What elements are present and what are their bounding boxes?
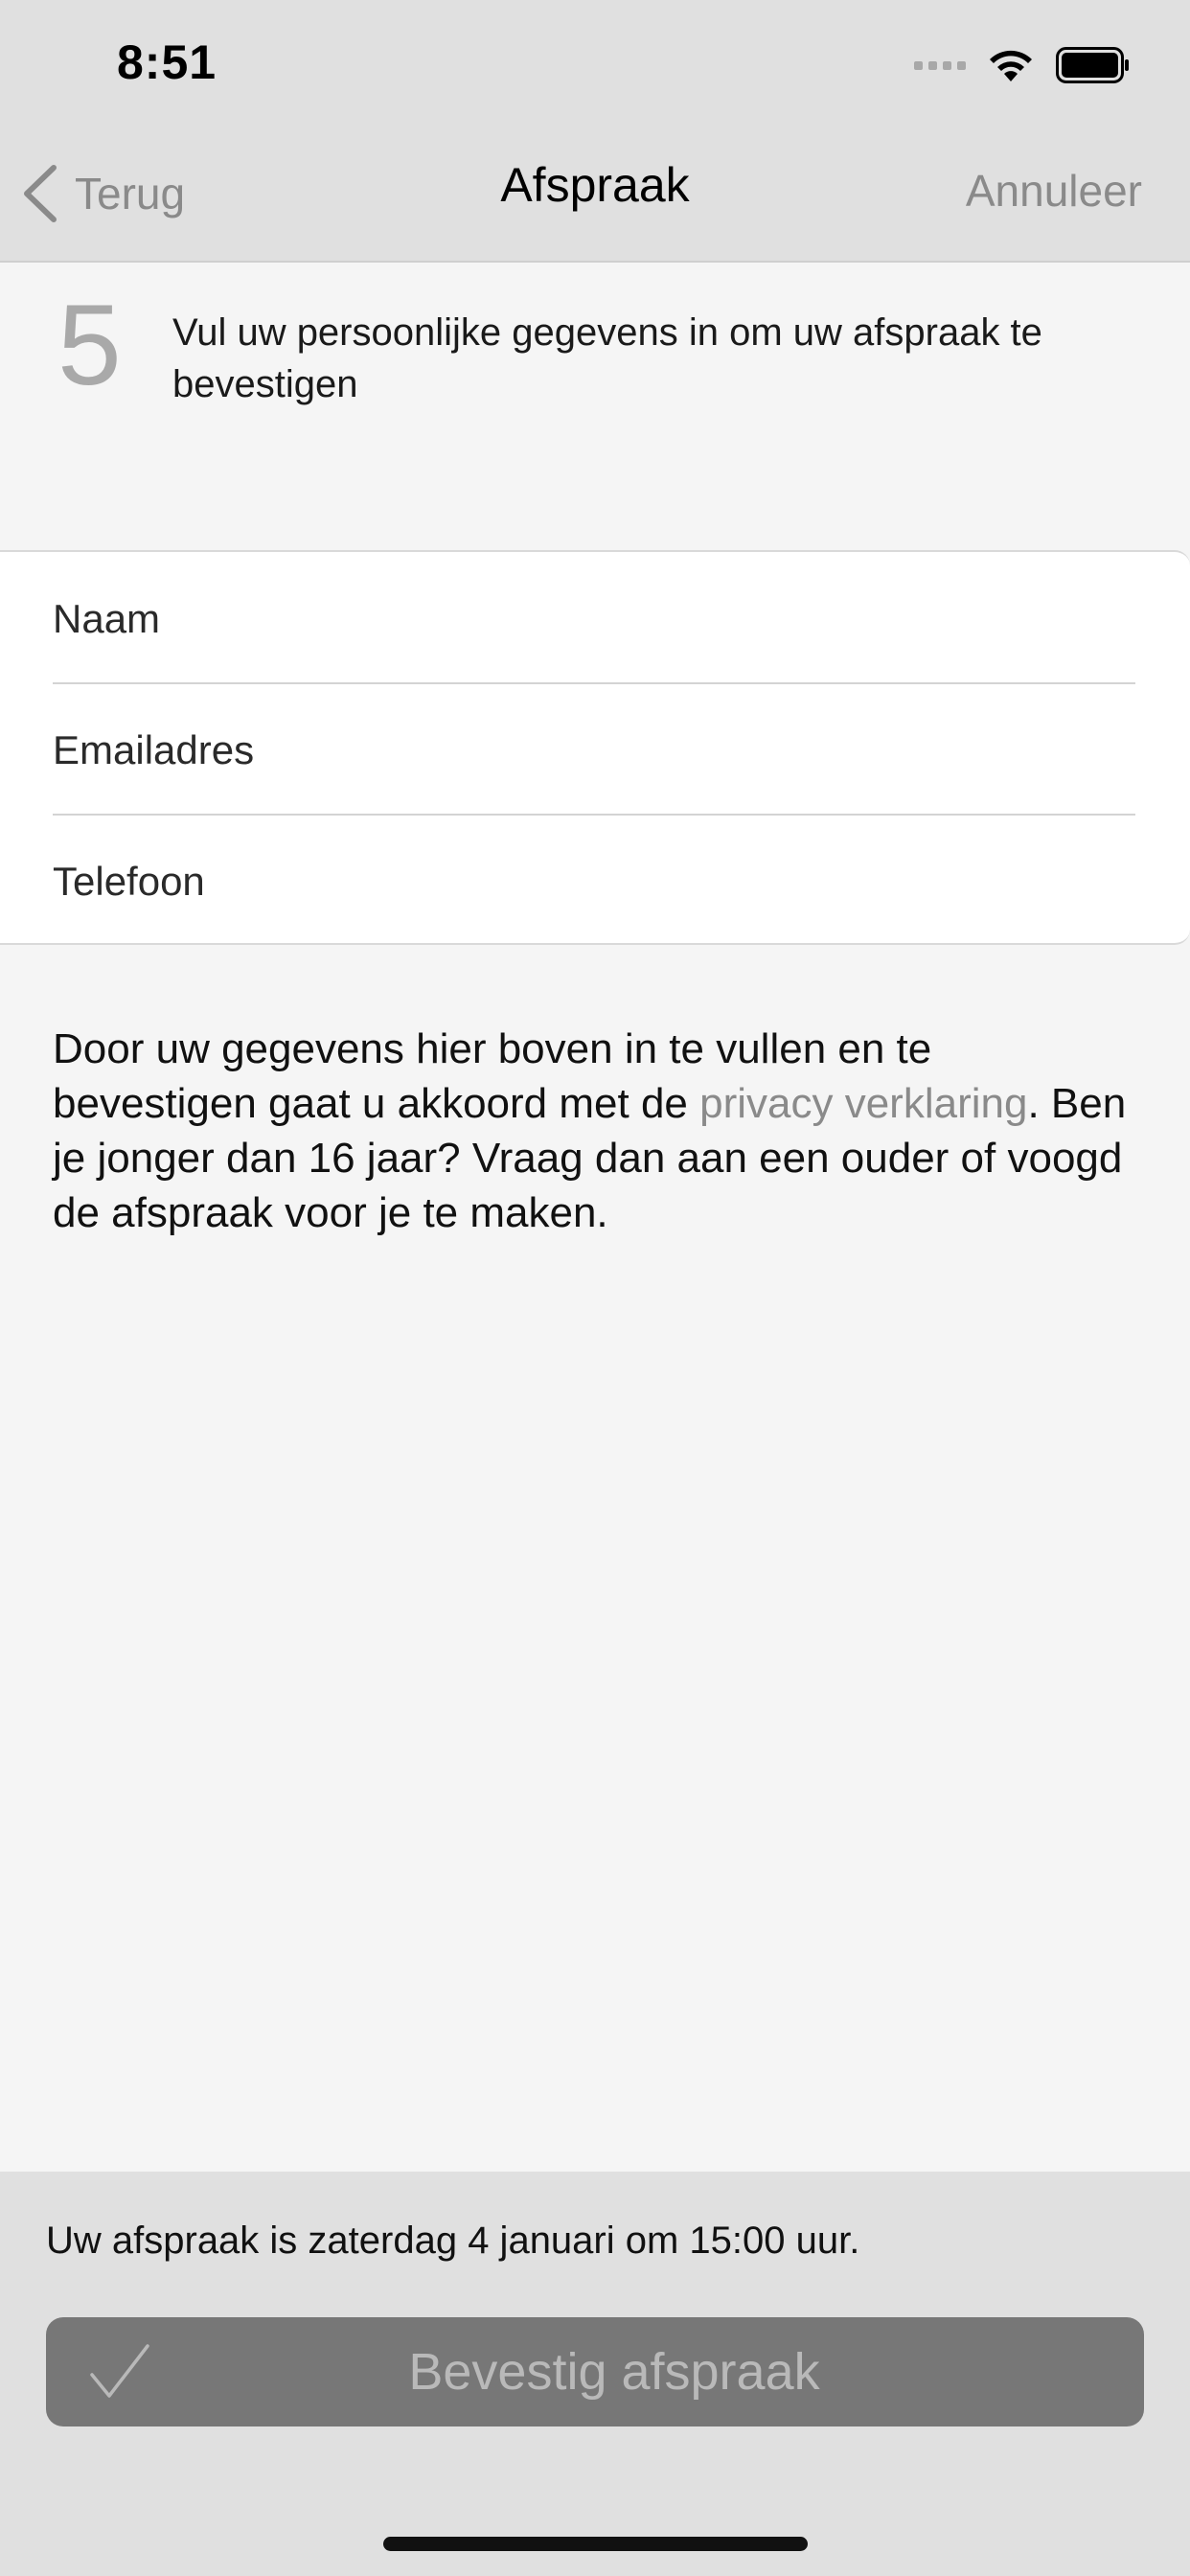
email-input[interactable] — [53, 727, 1135, 773]
field-divider — [53, 682, 1135, 684]
appointment-summary: Uw afspraak is zaterdag 4 januari om 15:… — [46, 2220, 860, 2262]
signal-icon — [914, 60, 966, 70]
home-indicator[interactable] — [383, 2537, 808, 2551]
phone-input[interactable] — [53, 859, 1135, 905]
status-time: 8:51 — [117, 35, 217, 89]
name-input[interactable] — [53, 596, 1135, 642]
field-divider — [53, 814, 1135, 816]
status-icons — [914, 44, 1131, 86]
privacy-link[interactable]: privacy verklaring — [699, 1080, 1027, 1127]
phone-field[interactable] — [53, 816, 1135, 947]
name-field[interactable] — [53, 554, 1135, 684]
checkmark-icon — [90, 2344, 149, 2398]
privacy-disclaimer: Door uw gegevens hier boven in te vullen… — [53, 1022, 1145, 1240]
battery-icon — [1056, 47, 1129, 83]
step-number: 5 — [57, 281, 122, 409]
confirm-button-label: Bevestig afspraak — [408, 2343, 820, 2401]
footer: Uw afspraak is zaterdag 4 januari om 15:… — [0, 2172, 1190, 2576]
wifi-icon — [990, 50, 1032, 81]
top-bar: 8:51 Terug Afspraak Annuleer — [0, 0, 1190, 263]
email-field[interactable] — [53, 685, 1135, 816]
personal-details-form — [0, 550, 1190, 945]
step-instruction: Vul uw persoonlijke gegevens in om uw af… — [172, 311, 1042, 405]
confirm-appointment-button[interactable]: Bevestig afspraak — [46, 2317, 1144, 2426]
cancel-button[interactable]: Annuleer — [966, 165, 1142, 217]
